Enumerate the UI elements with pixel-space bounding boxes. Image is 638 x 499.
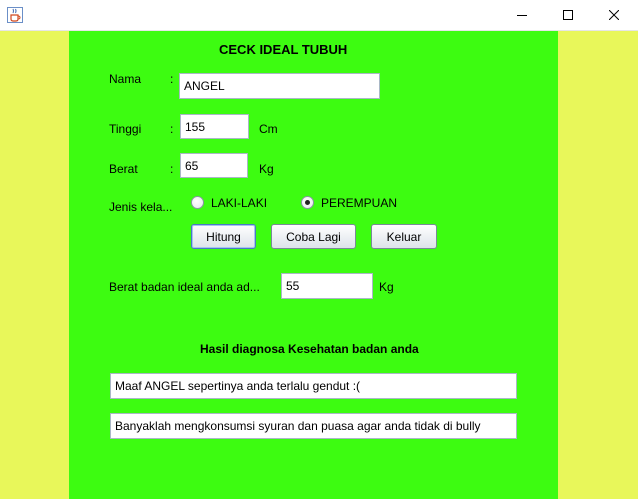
berat-colon: : [170, 162, 174, 176]
diagnosa-advice-field[interactable]: Banyaklah mengkonsumsi syuran dan puasa … [110, 413, 517, 439]
nama-value: ANGEL [184, 79, 225, 93]
gender-label: Jenis kela... [109, 200, 173, 214]
java-cup-icon [7, 7, 23, 23]
maximize-icon [563, 10, 573, 20]
berat-field[interactable]: 65 [180, 153, 248, 178]
tinggi-unit: Cm [259, 122, 278, 136]
ideal-value: 55 [286, 279, 300, 293]
ideal-field[interactable]: 55 [281, 273, 373, 299]
close-button[interactable] [591, 0, 637, 30]
diagnosa-result-text: Maaf ANGEL sepertinya anda terlalu gendu… [115, 379, 361, 393]
tinggi-value: 155 [185, 119, 206, 134]
tinggi-colon: : [170, 122, 174, 136]
ideal-unit: Kg [379, 280, 394, 294]
tinggi-label: Tinggi [109, 122, 142, 136]
minimize-button[interactable] [499, 0, 545, 30]
radio-perempuan-icon [301, 196, 314, 209]
radio-laki-laki[interactable]: LAKI-LAKI [191, 195, 271, 211]
minimize-icon [517, 15, 527, 16]
nama-field[interactable]: ANGEL [179, 73, 380, 99]
keluar-button[interactable]: Keluar [371, 224, 437, 249]
berat-unit: Kg [259, 162, 274, 176]
diagnosa-title: Hasil diagnosa Kesehatan badan anda [200, 342, 419, 356]
radio-perempuan-label: PEREMPUAN [321, 196, 398, 210]
nama-label: Nama [109, 72, 142, 86]
close-icon [609, 10, 619, 20]
berat-label: Berat [109, 162, 138, 176]
diagnosa-result-field[interactable]: Maaf ANGEL sepertinya anda terlalu gendu… [110, 373, 517, 399]
title-bar [0, 0, 638, 31]
radio-laki-laki-label: LAKI-LAKI [211, 196, 268, 210]
maximize-button[interactable] [545, 0, 591, 30]
diagnosa-advice-text: Banyaklah mengkonsumsi syuran dan puasa … [115, 419, 481, 433]
window-frame-left [0, 31, 69, 499]
form-title: CECK IDEAL TUBUH [219, 42, 348, 57]
coba-lagi-button[interactable]: Coba Lagi [271, 224, 356, 249]
berat-value: 65 [185, 158, 199, 173]
window-frame-right [558, 31, 638, 499]
nama-colon: : [170, 72, 174, 86]
radio-laki-laki-icon [191, 196, 204, 209]
radio-perempuan[interactable]: PEREMPUAN [301, 195, 401, 211]
tinggi-field[interactable]: 155 [180, 114, 249, 139]
form-panel: CECK IDEAL TUBUH Nama : ANGEL Tinggi : 1… [69, 31, 558, 499]
hitung-button[interactable]: Hitung [191, 224, 256, 249]
ideal-label: Berat badan ideal anda ad... [109, 280, 260, 294]
